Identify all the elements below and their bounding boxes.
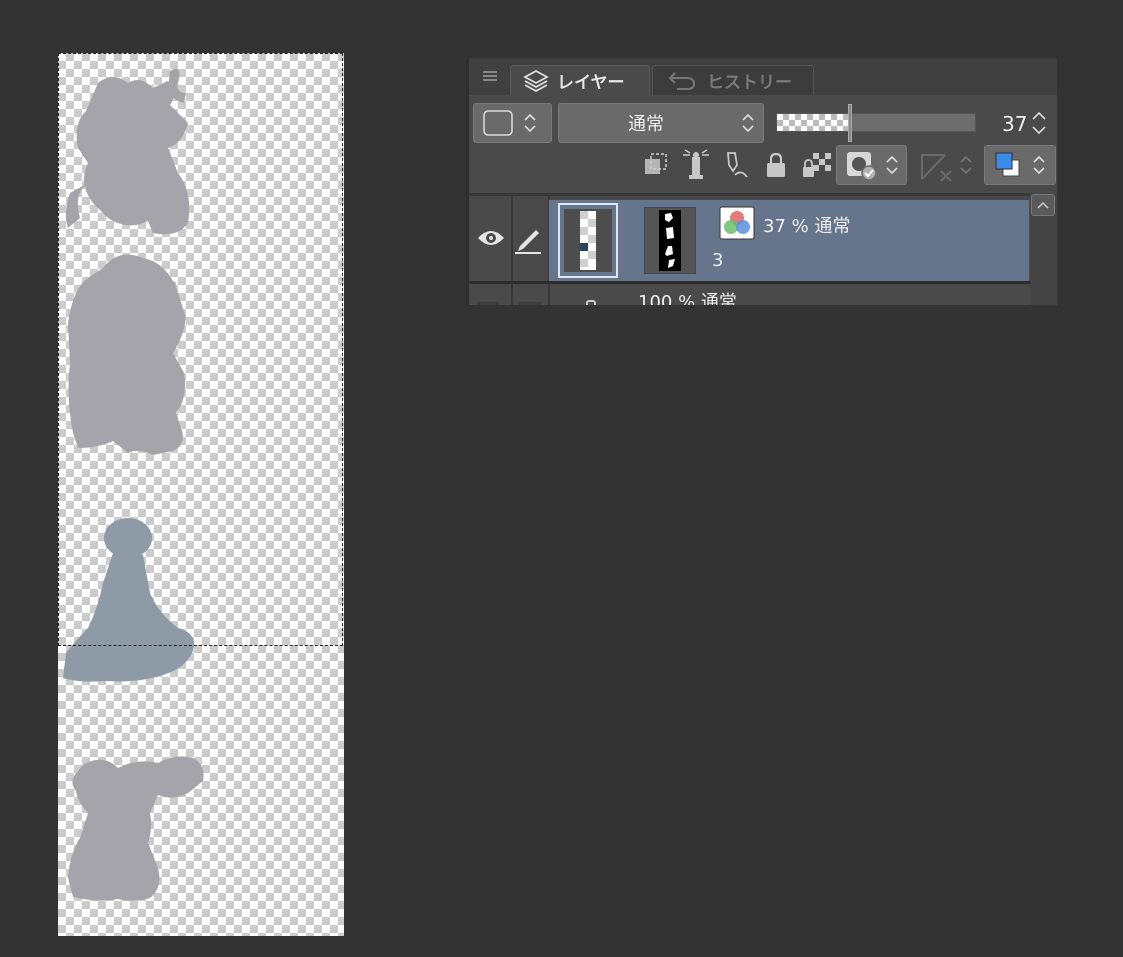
layer-opacity-blend: 100 % 通常 (638, 292, 737, 305)
opacity-slider[interactable] (776, 104, 976, 142)
layer-opacity-blend: 37 % 通常 (763, 216, 851, 237)
ruler-disabled-icon[interactable] (919, 151, 955, 183)
tab-layer-label: レイヤー (557, 73, 625, 93)
layer-color-swatch-icon (483, 110, 513, 136)
tab-history-label: ヒストリー (707, 73, 792, 93)
opacity-fill (777, 114, 850, 131)
eye-icon[interactable] (476, 227, 506, 249)
layer-color-icon (993, 150, 1023, 180)
reference-layer-icon[interactable] (681, 149, 711, 181)
opacity-handle[interactable] (848, 104, 852, 142)
blend-mode-label: 通常 (628, 114, 664, 135)
tab-history[interactable]: ヒストリー (652, 65, 814, 95)
pen-icon[interactable] (519, 302, 541, 305)
spinner-icon (523, 111, 537, 135)
layer-type-icon (586, 300, 596, 305)
blend-mode-select[interactable]: 通常 (558, 103, 764, 143)
ruler-spinner-icon[interactable] (959, 153, 973, 177)
chevron-up-icon (1037, 201, 1049, 209)
layer-row[interactable]: 100 % 通常 (469, 284, 1030, 305)
draft-layer-icon[interactable] (721, 149, 751, 181)
panel-menu-icon[interactable] (483, 69, 497, 83)
pen-icon[interactable] (512, 224, 544, 254)
mask-enable-icon (845, 149, 877, 181)
layer-name[interactable]: 3 (712, 250, 723, 271)
lock-transparency-icon[interactable] (801, 149, 833, 181)
lock-icon[interactable] (764, 151, 788, 179)
layer-color-select[interactable] (473, 103, 552, 143)
panel-edge (466, 58, 469, 305)
canvas-area[interactable] (58, 53, 344, 936)
silhouettes (63, 68, 204, 901)
spinner-icon (885, 153, 899, 177)
scroll-up-button[interactable] (1031, 194, 1055, 216)
layers-icon (523, 68, 549, 94)
tab-layer[interactable]: レイヤー (510, 65, 650, 95)
mask-select[interactable] (836, 145, 907, 185)
eye-icon[interactable] (477, 302, 499, 305)
spinner-icon (741, 111, 755, 135)
divider (469, 193, 1057, 196)
silhouette-4 (68, 756, 204, 901)
layer-mask-thumbnail[interactable] (644, 207, 696, 274)
layer-thumbnail[interactable] (558, 203, 618, 278)
layer-color-toggle[interactable] (984, 145, 1056, 185)
undo-icon (667, 70, 697, 92)
silhouette-1 (65, 68, 190, 235)
opacity-value[interactable]: 37 (1002, 112, 1027, 136)
clip-layer-icon[interactable] (642, 151, 670, 179)
spinner-icon (1032, 153, 1046, 177)
silhouette-3 (63, 518, 194, 682)
silhouette-2 (68, 254, 186, 455)
rgb-circles-icon (719, 206, 755, 240)
opacity-spinner-icon[interactable] (1032, 108, 1046, 138)
